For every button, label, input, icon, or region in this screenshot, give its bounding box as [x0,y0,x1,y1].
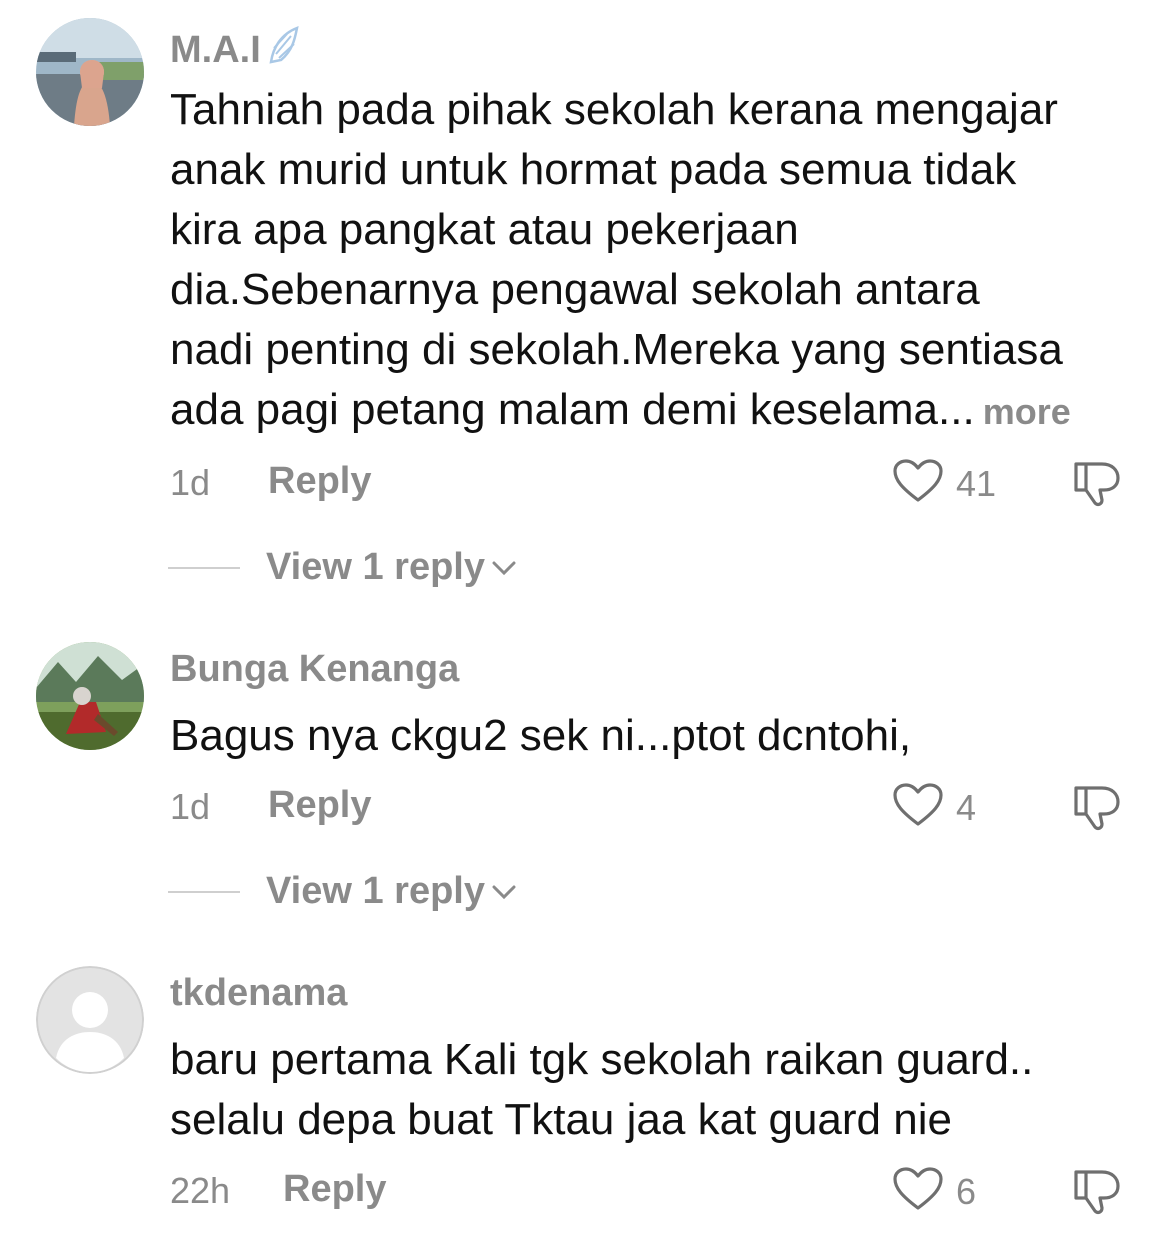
comment-item: tkdenama baru pertama Kali tgk sekolah r… [0,0,1170,1253]
dislike-button[interactable] [1072,1166,1124,1221]
thumbs-down-icon [1072,1170,1124,1220]
like-count: 6 [956,1170,977,1212]
like-button[interactable]: 6 [892,1166,976,1217]
reply-button[interactable]: Reply [283,1168,386,1211]
comment-text: baru pertama Kali tgk sekolah raikan gua… [170,1030,1145,1150]
avatar[interactable] [36,966,144,1074]
comment-line: selalu depa buat Tktau jaa kat guard nie [170,1095,952,1144]
comment-actions: 22h Reply 6 [170,1166,1130,1217]
comment-line: baru pertama Kali tgk sekolah raikan gua… [170,1035,1034,1084]
timestamp: 22h [170,1170,231,1211]
username[interactable]: tkdenama [170,972,347,1015]
heart-outline-icon [892,1166,944,1217]
